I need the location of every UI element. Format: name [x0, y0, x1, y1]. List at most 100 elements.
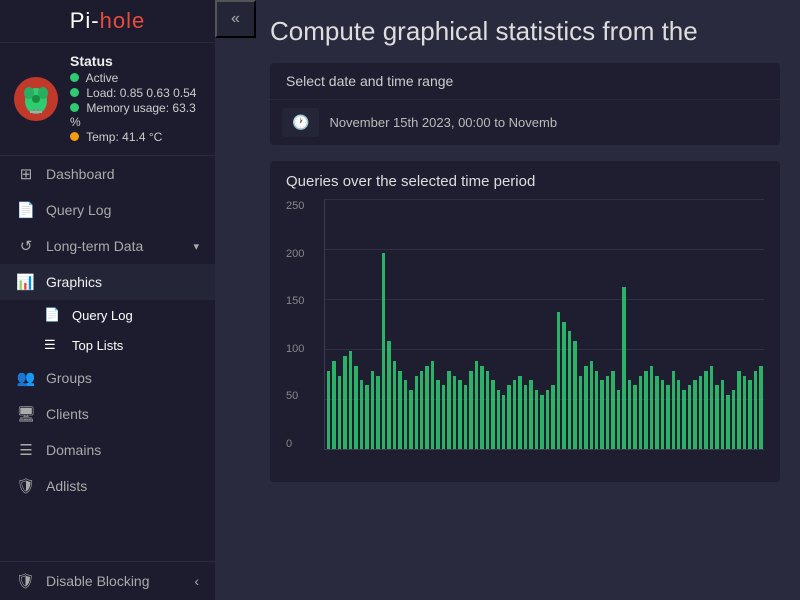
- chart-bar[interactable]: [655, 376, 658, 450]
- graphics-top-lists-icon: ☰: [44, 337, 64, 353]
- chart-bar[interactable]: [349, 351, 352, 449]
- chart-bar[interactable]: [590, 361, 593, 449]
- chart-bar[interactable]: [573, 341, 576, 449]
- chart-bar[interactable]: [754, 371, 757, 449]
- chart-bar[interactable]: [693, 380, 696, 449]
- chart-bar[interactable]: [715, 385, 718, 449]
- chart-bar[interactable]: [557, 312, 560, 449]
- chart-bar[interactable]: [382, 253, 385, 449]
- chart-bar[interactable]: [404, 380, 407, 449]
- sidebar-item-query-log[interactable]: 📄 Query Log: [0, 192, 215, 228]
- chart-bar[interactable]: [699, 376, 702, 450]
- sidebar-item-label-groups: Groups: [46, 370, 92, 386]
- chart-bar[interactable]: [354, 366, 357, 449]
- chart-bar[interactable]: [672, 371, 675, 449]
- chart-bar[interactable]: [486, 371, 489, 449]
- chart-bar[interactable]: [584, 366, 587, 449]
- chart-bar[interactable]: [551, 385, 554, 449]
- chart-bar[interactable]: [480, 366, 483, 449]
- chart-bar[interactable]: [376, 376, 379, 450]
- chart-bar[interactable]: [666, 385, 669, 449]
- sidebar-item-graphics[interactable]: 📊 Graphics: [0, 264, 215, 300]
- sidebar-item-domains[interactable]: ☰ Domains: [0, 432, 215, 468]
- chart-bar[interactable]: [442, 385, 445, 449]
- chart-bar[interactable]: [704, 371, 707, 449]
- chart-bar[interactable]: [568, 331, 571, 449]
- chart-bar[interactable]: [491, 380, 494, 449]
- sidebar-item-label-graphics-top-lists: Top Lists: [72, 338, 123, 353]
- chart-bar[interactable]: [606, 376, 609, 450]
- chart-bar[interactable]: [759, 366, 762, 449]
- chart-bar[interactable]: [497, 390, 500, 449]
- chart-bar[interactable]: [458, 380, 461, 449]
- chart-bar[interactable]: [360, 380, 363, 449]
- chart-bar[interactable]: [436, 380, 439, 449]
- chart-bar[interactable]: [639, 376, 642, 450]
- chart-bar[interactable]: [748, 380, 751, 449]
- chart-bar[interactable]: [622, 287, 625, 449]
- chart-bar[interactable]: [628, 380, 631, 449]
- chart-bar[interactable]: [726, 395, 729, 449]
- chart-bar[interactable]: [633, 385, 636, 449]
- chart-bar[interactable]: [661, 380, 664, 449]
- chart-bar[interactable]: [611, 371, 614, 449]
- sidebar-item-adlists[interactable]: 🛡 Adlists: [0, 468, 215, 504]
- chart-bar[interactable]: [464, 385, 467, 449]
- status-memory-row: Memory usage: 63.3 %: [70, 101, 203, 129]
- chart-bar[interactable]: [371, 371, 374, 449]
- chart-bar[interactable]: [447, 371, 450, 449]
- chart-bar[interactable]: [398, 371, 401, 449]
- chart-bar[interactable]: [420, 371, 423, 449]
- chart-bar[interactable]: [743, 376, 746, 450]
- sidebar-item-graphics-top-lists[interactable]: ☰ Top Lists: [0, 330, 215, 360]
- temp-label: Temp:: [86, 130, 119, 144]
- chart-bar[interactable]: [546, 390, 549, 449]
- chart-bar[interactable]: [469, 371, 472, 449]
- chart-bar[interactable]: [502, 395, 505, 449]
- chart-bar[interactable]: [732, 390, 735, 449]
- chart-bar[interactable]: [343, 356, 346, 449]
- chart-bar[interactable]: [677, 380, 680, 449]
- chart-bar[interactable]: [513, 380, 516, 449]
- chart-bar[interactable]: [524, 385, 527, 449]
- chart-bar[interactable]: [338, 376, 341, 450]
- chart-bar[interactable]: [415, 376, 418, 450]
- chart-bar[interactable]: [529, 380, 532, 449]
- sidebar-item-graphics-query-log[interactable]: 📄 Query Log: [0, 300, 215, 330]
- chart-bar[interactable]: [595, 371, 598, 449]
- chart-bar[interactable]: [507, 385, 510, 449]
- chart-bar[interactable]: [475, 361, 478, 449]
- chart-bar[interactable]: [682, 390, 685, 449]
- sidebar-item-clients[interactable]: 🖥 Clients: [0, 396, 215, 432]
- chart-bar[interactable]: [518, 376, 521, 450]
- chart-bar[interactable]: [737, 371, 740, 449]
- chart-bar[interactable]: [600, 380, 603, 449]
- chart-bar[interactable]: [393, 361, 396, 449]
- sidebar-item-long-term-data[interactable]: ↺ Long-term Data ▾: [0, 228, 215, 264]
- chart-bar[interactable]: [562, 322, 565, 449]
- app-title: Pi-hole: [0, 8, 215, 34]
- chart-bar[interactable]: [721, 380, 724, 449]
- clock-button[interactable]: 🕐: [282, 108, 319, 137]
- chart-bar[interactable]: [453, 376, 456, 450]
- chart-bar[interactable]: [650, 366, 653, 449]
- chart-bar[interactable]: [327, 371, 330, 449]
- chart-bar[interactable]: [617, 390, 620, 449]
- chart-bar[interactable]: [688, 385, 691, 449]
- chart-bar[interactable]: [535, 390, 538, 449]
- chart-bar[interactable]: [387, 341, 390, 449]
- chart-bar[interactable]: [431, 361, 434, 449]
- disable-blocking-button[interactable]: 🛡 Disable Blocking ‹: [0, 561, 215, 600]
- collapse-sidebar-button[interactable]: «: [215, 0, 256, 38]
- chart-bar[interactable]: [644, 371, 647, 449]
- status-info: Status Active Load: 0.85 0.63 0.54 Memor…: [70, 53, 203, 145]
- chart-bar[interactable]: [710, 366, 713, 449]
- chart-bar[interactable]: [409, 390, 412, 449]
- sidebar-item-groups[interactable]: 👥 Groups: [0, 360, 215, 396]
- sidebar-item-dashboard[interactable]: ⊞ Dashboard: [0, 156, 215, 192]
- chart-bar[interactable]: [425, 366, 428, 449]
- chart-bar[interactable]: [332, 361, 335, 449]
- chart-bar[interactable]: [579, 376, 582, 450]
- chart-bar[interactable]: [365, 385, 368, 449]
- chart-bar[interactable]: [540, 395, 543, 449]
